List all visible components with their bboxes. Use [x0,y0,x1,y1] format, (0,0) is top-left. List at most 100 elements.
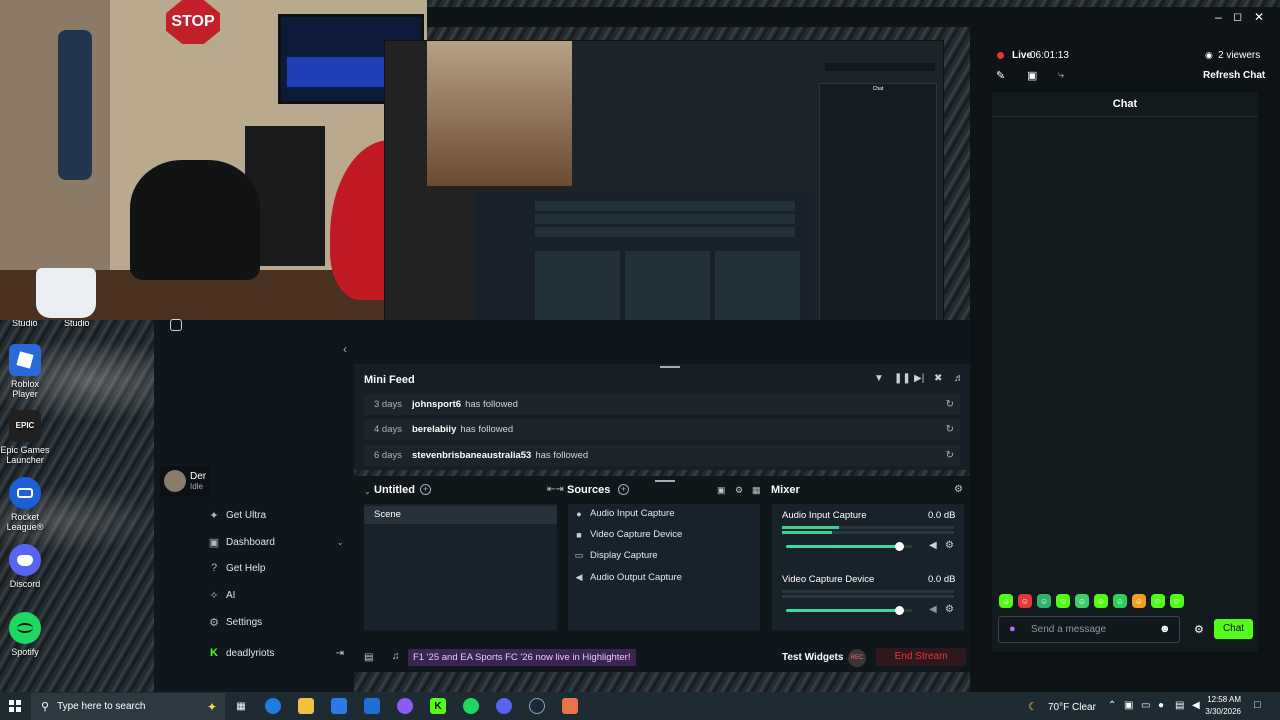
source-item[interactable]: ◀ Audio Output Capture [574,572,682,583]
chevron-down-icon[interactable]: ⌄ [336,537,344,548]
gear-icon[interactable]: ⚙ [945,540,954,551]
replay-icon[interactable]: ↻ [946,450,954,461]
spotify-taskbar-icon[interactable] [463,698,479,714]
emote-icon[interactable]: ☺ [1075,594,1089,608]
sidebar-item-ai[interactable]: ✧ AI [208,589,344,602]
emote-icon[interactable]: ☺ [1056,594,1070,608]
search-input[interactable]: Type here to search [57,701,145,712]
add-scene-icon[interactable]: + [420,484,431,495]
desktop-icon-spotify[interactable]: Spotify [0,612,50,657]
scenes-title[interactable]: Untitled [374,484,415,496]
desktop-icon-roblox[interactable]: Roblox Player [0,344,50,399]
mute-alerts-icon[interactable]: ✖ [934,373,942,384]
discord-taskbar-icon[interactable] [496,698,512,714]
emote-icon[interactable]: ☺ [1094,594,1108,608]
minimize-icon[interactable]: – [1215,10,1222,24]
video-icon[interactable]: ▣ [1027,69,1037,82]
highlighter-banner[interactable]: F1 '25 and EA Sports FC '26 now live in … [408,649,636,666]
share-icon[interactable]: ⤷ [1058,69,1064,82]
tray-app-icon[interactable]: ▣ [1124,700,1133,711]
volume-knob[interactable] [895,606,905,615]
rec-button[interactable]: REC [848,649,866,667]
drag-handle[interactable] [660,366,680,368]
source-item[interactable]: ■ Video Capture Device [574,529,682,540]
muted-speaker-icon[interactable]: ◀ [929,604,937,615]
volume-slider[interactable] [786,542,912,551]
camera-toggle-icon[interactable] [170,319,182,331]
edit-icon[interactable]: ✎ [996,69,1005,82]
sidebar-item-dashboard[interactable]: ▣ Dashboard ⌄ [208,536,344,549]
stats-icon[interactable]: ▤ [364,652,373,663]
volume-knob[interactable] [895,542,905,551]
emote-icon[interactable]: ☺ [1018,594,1032,608]
mic-icon[interactable]: ● [1009,623,1016,635]
source-item[interactable]: ● Audio Input Capture [574,508,674,519]
volume-icon[interactable]: ♬ [954,373,964,384]
steam-icon[interactable] [529,698,545,714]
scene-item[interactable]: Scene [364,506,557,524]
pause-icon[interactable]: ❚❚ [894,373,911,384]
file-explorer-icon[interactable] [298,698,314,714]
test-widgets-button[interactable]: Test Widgets [782,652,843,663]
network-icon[interactable]: ▤ [1175,700,1184,711]
copilot-icon[interactable] [397,698,413,714]
filter-icon[interactable]: ▼ [874,373,884,384]
drag-handle[interactable] [655,480,675,482]
end-stream-button[interactable]: End Stream [876,648,966,666]
kick-app-icon[interactable]: K [430,698,446,714]
weather-text[interactable]: 70°F Clear [1048,702,1096,713]
gear-icon[interactable]: ⚙ [954,484,963,495]
chat-input[interactable]: Send a message [1031,624,1106,635]
windows-start-icon[interactable] [9,700,21,712]
clock-date[interactable]: 3/30/2026 [1203,707,1241,716]
desktop-icon-discord[interactable]: Discord [0,544,50,589]
taskbar-search[interactable]: ⚲ Type here to search ✦ [31,693,225,720]
emote-icon[interactable]: ☺ [1037,594,1051,608]
monitor-icon[interactable]: ▭ [1141,700,1150,711]
sidebar-item-get-help[interactable]: ? Get Help [208,562,344,574]
sidebar-item-settings[interactable]: ⚙ Settings [208,616,344,629]
gear-icon[interactable]: ⚙ [945,604,954,615]
notification-icon[interactable]: ♫ [392,651,400,662]
source-layout-icon[interactable]: ▣ [717,485,726,496]
replay-icon[interactable]: ↻ [946,399,954,410]
skip-icon[interactable]: ▶| [914,373,924,384]
volume-icon[interactable]: ◀ [1192,700,1200,711]
logout-icon[interactable]: ⇥ [336,648,344,659]
studio-mode-icon[interactable]: ⇤⇥ [547,484,564,495]
emote-icon[interactable]: ☺ [1170,594,1184,608]
notification-icon[interactable]: □ [1254,699,1261,711]
gear-icon[interactable]: ⚙ [1194,623,1204,636]
volume-slider[interactable] [786,606,912,615]
mail-icon[interactable] [364,698,380,714]
send-chat-button[interactable]: Chat [1214,619,1253,639]
store-icon[interactable] [331,698,347,714]
emote-icon[interactable]: ☺ [1113,594,1127,608]
desktop-icon-epic-games[interactable]: EPIC Epic Games Launcher [0,410,50,465]
chevron-down-icon[interactable]: ⌄ [364,487,371,496]
task-view-icon[interactable]: ▦ [233,698,249,714]
group-icon[interactable]: ⚙ [735,485,743,496]
mic-icon[interactable]: ● [1158,700,1164,711]
image-icon[interactable]: ▦ [752,485,761,496]
edge-icon[interactable] [265,698,281,714]
collapse-sidebar-icon[interactable]: ‹ [343,342,347,356]
maximize-icon[interactable]: ◻ [1233,10,1242,23]
emote-icon[interactable]: ☺ [1132,594,1146,608]
stream-preview[interactable]: Chat [384,40,944,358]
emote-icon[interactable]: ☺ [1151,594,1165,608]
source-item[interactable]: ▭ Display Capture [574,550,658,561]
speaker-icon[interactable]: ◀ [929,540,937,551]
refresh-chat-button[interactable]: Refresh Chat [1203,70,1265,81]
emote-icon[interactable]: ☺ [999,594,1013,608]
tray-chevron-icon[interactable]: ⌃ [1108,700,1116,711]
emoji-icon[interactable]: ☻ [1159,623,1171,635]
user-chip[interactable]: Der Idle [160,466,210,496]
clock-time[interactable]: 12:58 AM [1203,695,1241,704]
sidebar-item-get-ultra[interactable]: ✦ Get Ultra [208,509,344,522]
sidebar-item-account[interactable]: K deadlyriots ⇥ [208,647,344,659]
streamlabs-icon[interactable] [562,698,578,714]
replay-icon[interactable]: ↻ [946,424,954,435]
add-source-icon[interactable]: + [618,484,629,495]
close-icon[interactable]: ✕ [1254,10,1264,24]
